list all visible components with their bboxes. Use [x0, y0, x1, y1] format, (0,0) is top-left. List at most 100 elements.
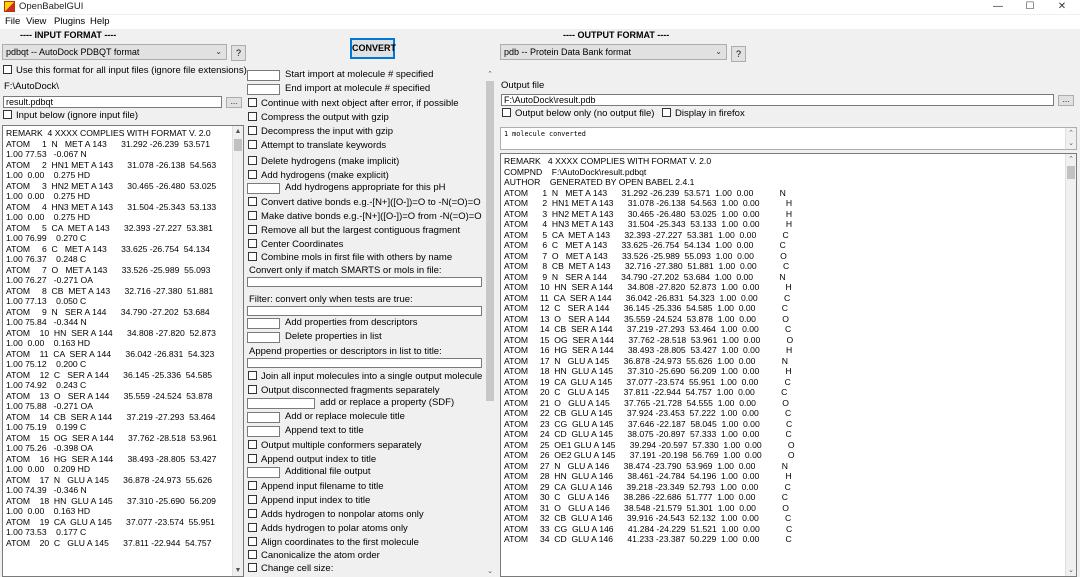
input-browse-button[interactable]: ...: [226, 97, 242, 108]
checkbox-box: [248, 385, 257, 394]
options-scrollbar[interactable]: ⌃ ⌄: [484, 69, 496, 577]
change-cell-size-checkbox[interactable]: Change cell size:: [248, 563, 333, 575]
text-line: ATOM 7 O MET A 143 33.526 -25.989 55.093: [6, 264, 211, 275]
use-format-all-checkbox[interactable]: Use this format for all input files (ign…: [3, 65, 247, 77]
menu-file[interactable]: File: [5, 16, 20, 27]
append-output-index-checkbox[interactable]: Append output index to title: [248, 454, 376, 466]
menu-plugins[interactable]: Plugins: [54, 16, 85, 27]
center-coordinates-checkbox[interactable]: Center Coordinates: [248, 239, 343, 251]
join-molecules-checkbox[interactable]: Join all input molecules into a single o…: [248, 371, 482, 383]
output-browse-button[interactable]: ...: [1058, 95, 1074, 106]
add-replace-title-field[interactable]: [247, 412, 280, 423]
add-hydrogens-checkbox[interactable]: Add hydrogens (make explicit): [248, 170, 389, 182]
output-format-select[interactable]: pdb -- Protein Data Bank format ⌄: [500, 44, 727, 60]
combine-mols-checkbox[interactable]: Combine mols in first file with others b…: [248, 252, 452, 264]
delete-hydrogens-label: Delete hydrogens (make implicit): [261, 156, 400, 167]
menu-help[interactable]: Help: [90, 16, 110, 27]
scroll-up-icon[interactable]: ⌃: [484, 69, 496, 80]
add-properties-label: Add properties from descriptors: [285, 317, 418, 328]
append-properties-field[interactable]: [247, 358, 482, 368]
display-firefox-checkbox[interactable]: Display in firefox: [662, 108, 745, 120]
output-filename-field[interactable]: F:\AutoDock\result.pdb: [501, 94, 1054, 106]
translate-label: Attempt to translate keywords: [261, 140, 387, 151]
app-icon: [4, 1, 15, 12]
continue-error-checkbox[interactable]: Continue with next object after error, i…: [248, 98, 459, 110]
minimize-button[interactable]: —: [980, 0, 1016, 14]
output-below-checkbox[interactable]: Output below only (no output file): [502, 108, 654, 120]
input-text-area[interactable]: REMARK 4 XXXX COMPLIES WITH FORMAT V. 2.…: [2, 125, 244, 577]
input-help-button[interactable]: ?: [231, 45, 246, 61]
align-coordinates-label: Align coordinates to the first molecule: [261, 537, 419, 548]
scroll-thumb[interactable]: [1067, 166, 1075, 179]
decompress-checkbox[interactable]: Decompress the input with gzip: [248, 126, 393, 138]
scroll-up-icon[interactable]: ▲: [233, 126, 243, 137]
checkbox-box: [3, 110, 12, 119]
compress-checkbox[interactable]: Compress the output with gzip: [248, 112, 389, 124]
text-line: ATOM 5 CA MET A 143 32.393 -27.227 53.38…: [504, 229, 789, 240]
scroll-down-icon[interactable]: ⌄: [484, 566, 496, 577]
close-button[interactable]: ✕: [1044, 0, 1080, 14]
title-bar: OpenBabelGUI — ☐ ✕: [0, 0, 1080, 14]
input-scrollbar[interactable]: ▲ ▼: [232, 126, 243, 576]
text-line: ATOM 3 HN2 MET A 143 30.465 -26.480 53.0…: [6, 180, 217, 191]
delete-hydrogens-checkbox[interactable]: Delete hydrogens (make implicit): [248, 156, 399, 168]
output-conformers-checkbox[interactable]: Output multiple conformers separately: [248, 440, 422, 452]
translate-checkbox[interactable]: Attempt to translate keywords: [248, 140, 386, 152]
text-line: ATOM 12 C SER A 144 36.145 -25.336 54.58…: [504, 303, 788, 313]
additional-file-field[interactable]: [247, 467, 280, 478]
convert-button[interactable]: CONVERT: [350, 38, 396, 59]
scroll-down-icon[interactable]: ⌄: [1066, 138, 1076, 149]
add-replace-property-field[interactable]: [247, 398, 315, 409]
append-title-label: Append text to title: [285, 425, 364, 436]
end-import-field[interactable]: [247, 84, 280, 95]
append-filename-checkbox[interactable]: Append input filename to title: [248, 481, 384, 493]
text-line: ATOM 27 N GLU A 146 38.474 -23.790 53.96…: [504, 460, 788, 471]
make-dative-checkbox[interactable]: Make dative bonds e.g.-[N+]([O-])=O from…: [248, 211, 482, 223]
h-nonpolar-checkbox[interactable]: Adds hydrogen to nonpolar atoms only: [248, 509, 424, 521]
text-line: ATOM 30 C GLU A 146 38.286 -22.686 51.77…: [504, 492, 788, 502]
add-h-ph-field[interactable]: [247, 183, 280, 194]
h-polar-checkbox[interactable]: Adds hydrogen to polar atoms only: [248, 523, 408, 535]
text-line: ATOM 26 OE2 GLU A 145 37.191 -20.198 56.…: [504, 450, 795, 460]
append-title-field[interactable]: [247, 426, 280, 437]
text-line: 1.00 76.99 0.270 C: [6, 233, 87, 243]
align-coordinates-checkbox[interactable]: Align coordinates to the first molecule: [248, 537, 419, 549]
text-line: ATOM 10 HN SER A 144 34.808 -27.820 52.8…: [504, 282, 792, 292]
log-scrollbar[interactable]: ⌃ ⌄: [1065, 128, 1076, 149]
input-below-checkbox[interactable]: Input below (ignore input file): [3, 110, 138, 122]
canonicalize-checkbox[interactable]: Canonicalize the atom order: [248, 550, 380, 562]
h-nonpolar-label: Adds hydrogen to nonpolar atoms only: [261, 509, 424, 520]
input-format-select[interactable]: pdbqt -- AutoDock PDBQT format ⌄: [2, 44, 227, 60]
text-line: ATOM 20 C GLU A 145 37.811 -22.944 54.75…: [504, 387, 788, 397]
scroll-down-icon[interactable]: ⌄: [1066, 565, 1076, 576]
output-scrollbar[interactable]: ⌃ ⌄: [1065, 154, 1076, 576]
menu-view[interactable]: View: [26, 16, 46, 27]
filter-field[interactable]: [247, 306, 482, 316]
scroll-thumb[interactable]: [486, 81, 494, 401]
output-below-label: Output below only (no output file): [515, 108, 655, 119]
scroll-up-icon[interactable]: ⌃: [1066, 154, 1076, 165]
delete-properties-field[interactable]: [247, 332, 280, 343]
add-hydrogens-label: Add hydrogens (make explicit): [261, 170, 389, 181]
append-input-index-checkbox[interactable]: Append input index to title: [248, 495, 370, 507]
start-import-field[interactable]: [247, 70, 280, 81]
text-line: 1.00 75.88 -0.271 OA: [6, 401, 93, 411]
smarts-field[interactable]: [247, 277, 482, 287]
text-line: ATOM 29 CA GLU A 146 39.218 -23.349 52.7…: [504, 481, 791, 492]
text-line: ATOM 8 CB MET A 143 32.716 -27.380 51.88…: [504, 261, 790, 271]
maximize-button[interactable]: ☐: [1012, 0, 1048, 14]
output-disconnected-label: Output disconnected fragments separately: [261, 385, 440, 396]
window-title: OpenBabelGUI: [19, 1, 84, 12]
convert-dative-checkbox[interactable]: Convert dative bonds e.g.-[N+]([O-])=O t…: [248, 197, 481, 209]
output-help-button[interactable]: ?: [731, 46, 746, 62]
scroll-thumb[interactable]: [234, 139, 242, 151]
output-disconnected-checkbox[interactable]: Output disconnected fragments separately: [248, 385, 440, 397]
remove-fragment-checkbox[interactable]: Remove all but the largest contiguous fr…: [248, 225, 460, 237]
text-line: REMARK 4 XXXX COMPLIES WITH FORMAT V. 2.…: [504, 156, 712, 166]
input-filename-field[interactable]: result.pdbqt: [3, 96, 222, 108]
input-below-label: Input below (ignore input file): [16, 110, 138, 121]
add-properties-field[interactable]: [247, 318, 280, 329]
delete-properties-label: Delete properties in list: [285, 331, 382, 342]
scroll-down-icon[interactable]: ▼: [233, 565, 243, 576]
output-text-area[interactable]: REMARK 4 XXXX COMPLIES WITH FORMAT V. 2.…: [500, 153, 1077, 577]
